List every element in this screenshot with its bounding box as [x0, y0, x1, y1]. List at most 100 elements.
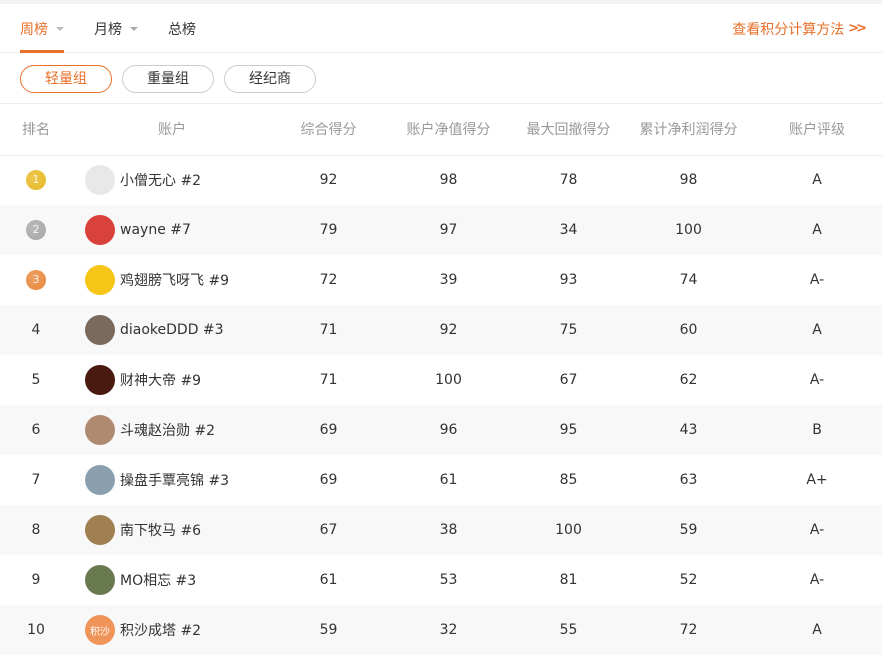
score-method-label: 查看积分计算方法 [732, 21, 845, 38]
avatar[interactable] [85, 315, 115, 345]
account-name[interactable]: diaokeDDD #3 [120, 322, 224, 338]
account-name[interactable]: 鸡翅膀飞呀飞 #9 [120, 270, 229, 290]
account-grade: A- [809, 522, 825, 538]
avatar[interactable] [85, 265, 115, 295]
header-grade: 账户评级 [789, 122, 845, 139]
profit-score: 60 [679, 322, 698, 338]
profit-score: 62 [679, 372, 698, 388]
avatar[interactable] [85, 565, 115, 595]
nav-score: 98 [439, 172, 458, 189]
rank-cell: 6 [31, 422, 41, 438]
account-link[interactable]: 南下牧马 #6 [72, 515, 272, 545]
drawdown-score: 34 [559, 222, 578, 238]
avatar[interactable] [85, 515, 115, 545]
account-grade: A- [809, 272, 825, 288]
drawdown-score: 100 [555, 522, 582, 538]
rank-medal-silver-icon: 2 [26, 220, 46, 240]
total-score: 61 [319, 572, 338, 588]
account-name[interactable]: 南下牧马 #6 [120, 520, 201, 540]
table-row: 2 wayne #7 79 97 34 100 A [0, 205, 882, 255]
total-score: 92 [319, 172, 338, 189]
avatar[interactable] [85, 165, 115, 196]
drawdown-score: 95 [559, 422, 578, 438]
account-name[interactable]: wayne #7 [120, 222, 191, 238]
tab-weekly[interactable]: 周榜 [20, 4, 64, 53]
nav-score: 97 [439, 222, 458, 238]
account-cell: 小僧无心 #2 [72, 155, 272, 205]
account-grade: A [812, 322, 822, 338]
account-grade: A [812, 172, 822, 189]
group-broker-button[interactable]: 经纪商 [224, 65, 316, 93]
account-cell: wayne #7 [72, 205, 272, 255]
account-link[interactable]: MO相忘 #3 [72, 565, 272, 595]
group-heavy-button[interactable]: 重量组 [122, 65, 214, 93]
avatar[interactable] [85, 365, 115, 395]
total-score: 67 [319, 522, 338, 538]
rank-cell: 2 [0, 205, 72, 255]
table-row: 6 斗魂赵治勋 #2 69 96 95 43 B [0, 405, 882, 455]
account-link[interactable]: 小僧无心 #2 [72, 165, 272, 196]
double-chevron-right-icon: >> [848, 21, 867, 36]
account-name[interactable]: 斗魂赵治勋 #2 [120, 420, 215, 440]
table-row: 10 积沙 积沙成塔 #2 59 32 55 72 A [0, 605, 882, 655]
drawdown-score: 81 [559, 572, 578, 588]
total-score: 71 [319, 372, 338, 388]
tab-monthly-label: 月榜 [94, 21, 122, 38]
total-score: 71 [319, 322, 338, 338]
avatar[interactable]: 积沙 [85, 615, 115, 645]
profit-score: 52 [679, 572, 698, 588]
header-nav-score: 账户净值得分 [406, 122, 491, 139]
rank-cell: 9 [31, 572, 41, 588]
nav-score: 96 [439, 422, 458, 438]
account-name[interactable]: MO相忘 #3 [120, 570, 196, 590]
account-link[interactable]: 斗魂赵治勋 #2 [72, 415, 272, 445]
account-link[interactable]: diaokeDDD #3 [72, 315, 272, 345]
header-account: 账户 [158, 122, 186, 139]
header-profit-score: 累计净利润得分 [639, 122, 738, 139]
table-row: 9 MO相忘 #3 61 53 81 52 A- [0, 555, 882, 605]
account-cell: 斗魂赵治勋 #2 [72, 405, 272, 455]
total-score: 79 [319, 222, 338, 238]
tab-alltime-label: 总榜 [168, 21, 196, 38]
ranking-table: 排名 账户 综合得分 账户净值得分 最大回撤得分 累计净利润得分 账户评级 1 小… [0, 104, 882, 655]
account-name[interactable]: 操盘手覃亮锦 #3 [120, 470, 229, 490]
group-light-button[interactable]: 轻量组 [20, 65, 112, 93]
account-grade: B [812, 422, 822, 438]
account-cell: 财神大帝 #9 [72, 355, 272, 405]
account-link[interactable]: wayne #7 [72, 215, 272, 245]
profit-score: 100 [675, 222, 702, 238]
avatar[interactable] [85, 415, 115, 445]
account-link[interactable]: 财神大帝 #9 [72, 365, 272, 395]
rank-cell: 1 [0, 155, 72, 205]
rank-cell: 8 [31, 522, 41, 538]
account-grade: A- [809, 372, 825, 388]
nav-score: 53 [439, 572, 458, 588]
nav-score: 38 [439, 522, 458, 538]
header-total-score: 综合得分 [300, 122, 357, 139]
avatar[interactable] [85, 215, 115, 245]
account-name[interactable]: 财神大帝 #9 [120, 370, 201, 390]
rank-cell: 7 [31, 472, 41, 488]
total-score: 59 [319, 622, 338, 638]
nav-score: 100 [435, 372, 462, 388]
chevron-down-icon [130, 27, 138, 31]
header-drawdown-score: 最大回撤得分 [526, 122, 611, 139]
tab-alltime[interactable]: 总榜 [168, 4, 196, 53]
drawdown-score: 55 [559, 622, 578, 638]
avatar[interactable] [85, 465, 115, 495]
rank-cell: 5 [31, 372, 41, 388]
account-link[interactable]: 操盘手覃亮锦 #3 [72, 465, 272, 495]
period-tabbar: 周榜 月榜 总榜 查看积分计算方法 >> [0, 4, 882, 53]
table-row: 8 南下牧马 #6 67 38 100 59 A- [0, 505, 882, 555]
account-link[interactable]: 积沙 积沙成塔 #2 [72, 615, 272, 645]
score-method-link[interactable]: 查看积分计算方法 >> [732, 4, 867, 53]
account-name[interactable]: 积沙成塔 #2 [120, 620, 201, 640]
rank-cell: 3 [0, 255, 72, 305]
table-row: 7 操盘手覃亮锦 #3 69 61 85 63 A+ [0, 455, 882, 505]
tab-monthly[interactable]: 月榜 [94, 4, 138, 53]
profit-score: 63 [679, 472, 698, 488]
account-link[interactable]: 鸡翅膀飞呀飞 #9 [72, 265, 272, 295]
table-header-row: 排名 账户 综合得分 账户净值得分 最大回撤得分 累计净利润得分 账户评级 [0, 104, 882, 155]
account-name[interactable]: 小僧无心 #2 [120, 170, 201, 190]
tab-weekly-label: 周榜 [20, 21, 48, 38]
